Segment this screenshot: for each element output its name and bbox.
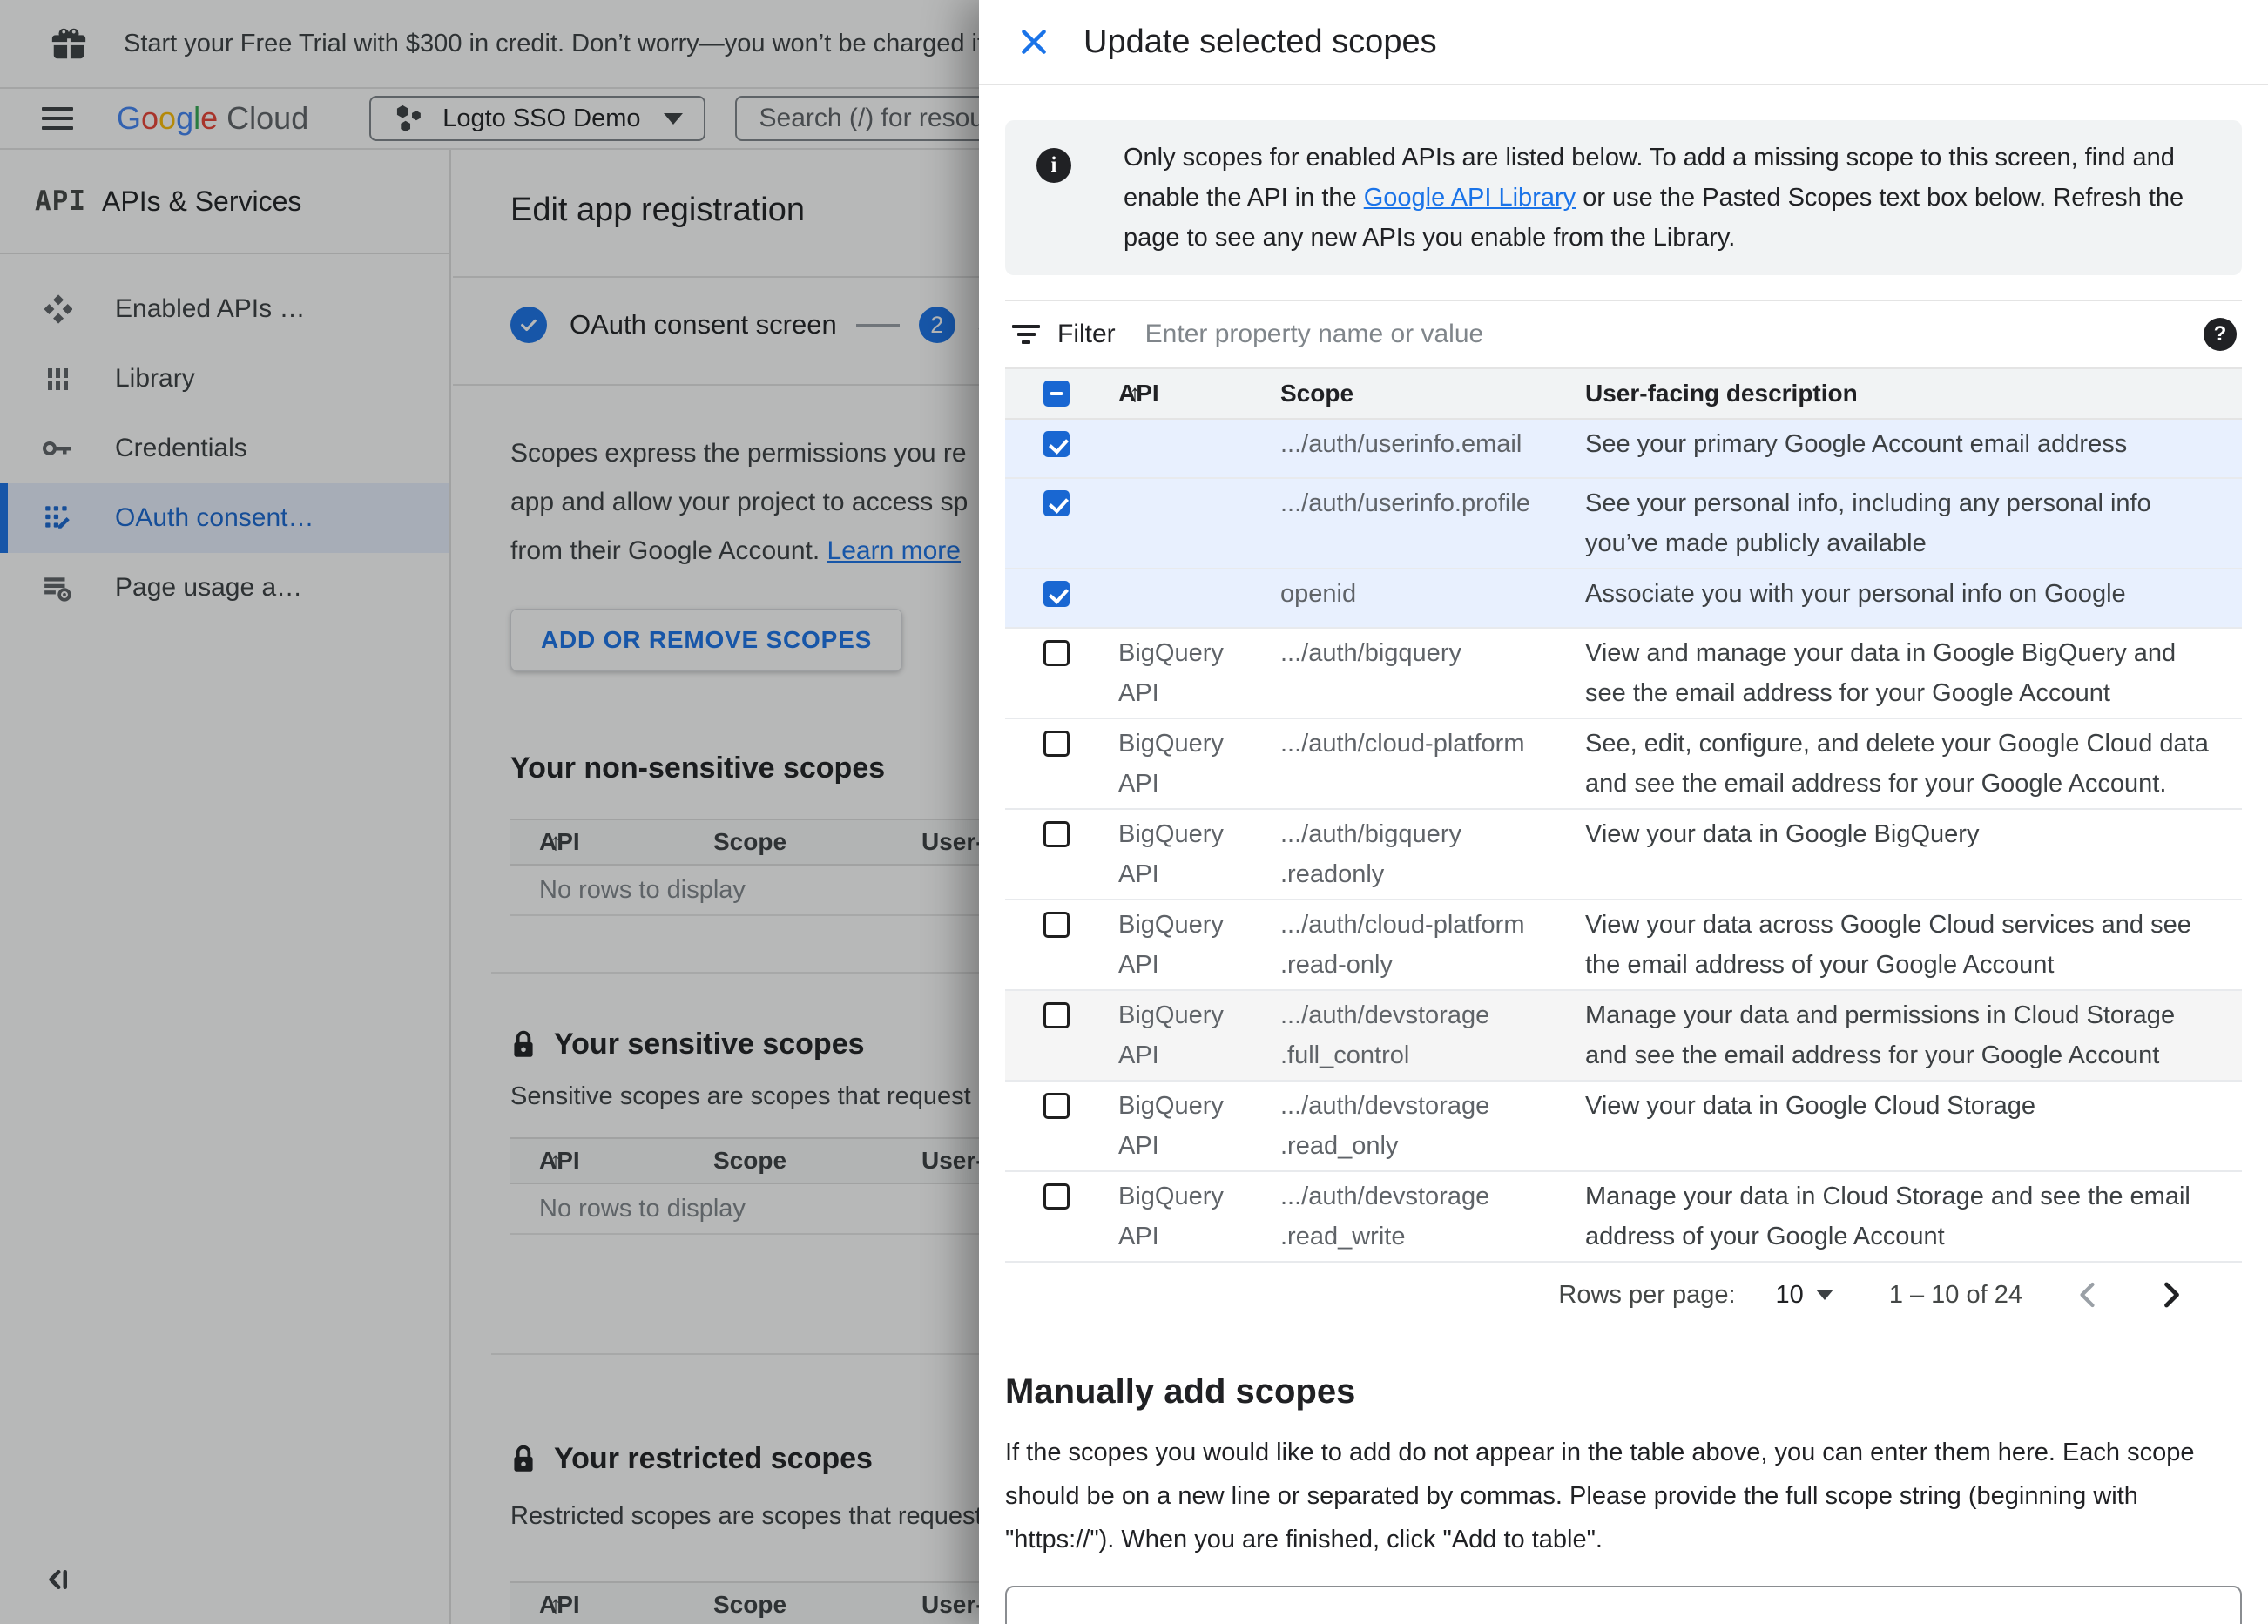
row-checkbox[interactable] [1043,490,1070,516]
select-all-checkbox[interactable] [1043,381,1070,407]
table-header-row: API ↑ Scope User-facing description [1005,367,2242,420]
chevron-down-icon [1815,1290,1833,1300]
row-checkbox[interactable] [1043,1002,1070,1028]
next-page-button[interactable] [2155,1279,2186,1311]
close-icon[interactable] [1017,25,1050,58]
row-checkbox[interactable] [1043,640,1070,666]
info-icon: i [1036,148,1071,183]
table-row[interactable]: BigQuery API .../auth/cloud-platform See… [1005,719,2242,810]
info-banner: i Only scopes for enabled APIs are liste… [1005,120,2242,275]
manual-scopes-field-wrap [1005,1586,2242,1624]
table-row[interactable]: BigQuery API .../auth/devstorage .full_c… [1005,991,2242,1082]
row-checkbox[interactable] [1043,581,1070,607]
filter-input[interactable]: Enter property name or value [1145,320,2204,349]
rows-per-page-label: Rows per page: [1558,1280,1736,1309]
google-api-library-link[interactable]: Google API Library [1364,184,1576,212]
table-row[interactable]: BigQuery API .../auth/bigquery .readonly… [1005,810,2242,900]
manual-scopes-textarea[interactable] [1005,1586,2242,1624]
page-range: 1 – 10 of 24 [1888,1280,2022,1309]
filter-bar: Filter Enter property name or value ? [1005,300,2242,367]
update-scopes-panel: Update selected scopes i Only scopes for… [979,0,2268,1624]
pagination: Rows per page: 10 1 – 10 of 24 [1005,1263,2242,1327]
row-checkbox[interactable] [1043,1093,1070,1119]
table-row[interactable]: .../auth/userinfo.email See your primary… [1005,420,2242,479]
page-size-select[interactable]: 10 [1776,1281,1833,1310]
table-row[interactable]: BigQuery API .../auth/devstorage .read_o… [1005,1082,2242,1172]
row-checkbox[interactable] [1043,1183,1070,1210]
row-checkbox[interactable] [1043,821,1070,847]
panel-title: Update selected scopes [1083,23,1437,60]
panel-body: i Only scopes for enabled APIs are liste… [979,85,2268,1624]
manually-add-scopes-description: If the scopes you would like to add do n… [1005,1439,2195,1553]
scopes-table: API ↑ Scope User-facing description .../a… [1005,367,2242,1263]
row-checkbox[interactable] [1043,731,1070,757]
row-checkbox[interactable] [1043,431,1070,457]
table-row[interactable]: BigQuery API .../auth/cloud-platform .re… [1005,900,2242,991]
info-text: Only scopes for enabled APIs are listed … [1124,144,2184,252]
table-row[interactable]: .../auth/userinfo.profile See your perso… [1005,479,2242,569]
panel-header: Update selected scopes [979,0,2268,85]
row-checkbox[interactable] [1043,912,1070,938]
table-row[interactable]: BigQuery API .../auth/bigquery View and … [1005,629,2242,719]
table-row[interactable]: BigQuery API .../auth/devstorage .read_w… [1005,1172,2242,1263]
previous-page-button[interactable] [2073,1279,2104,1311]
table-row[interactable]: openid Associate you with your personal … [1005,569,2242,629]
sort-asc-icon: ↑ [1129,380,1141,407]
filter-label[interactable]: Filter [1057,320,1116,349]
manually-add-scopes-heading: Manually add scopes [1005,1372,1356,1411]
filter-icon [1012,320,1040,348]
help-icon[interactable]: ? [2204,318,2237,351]
